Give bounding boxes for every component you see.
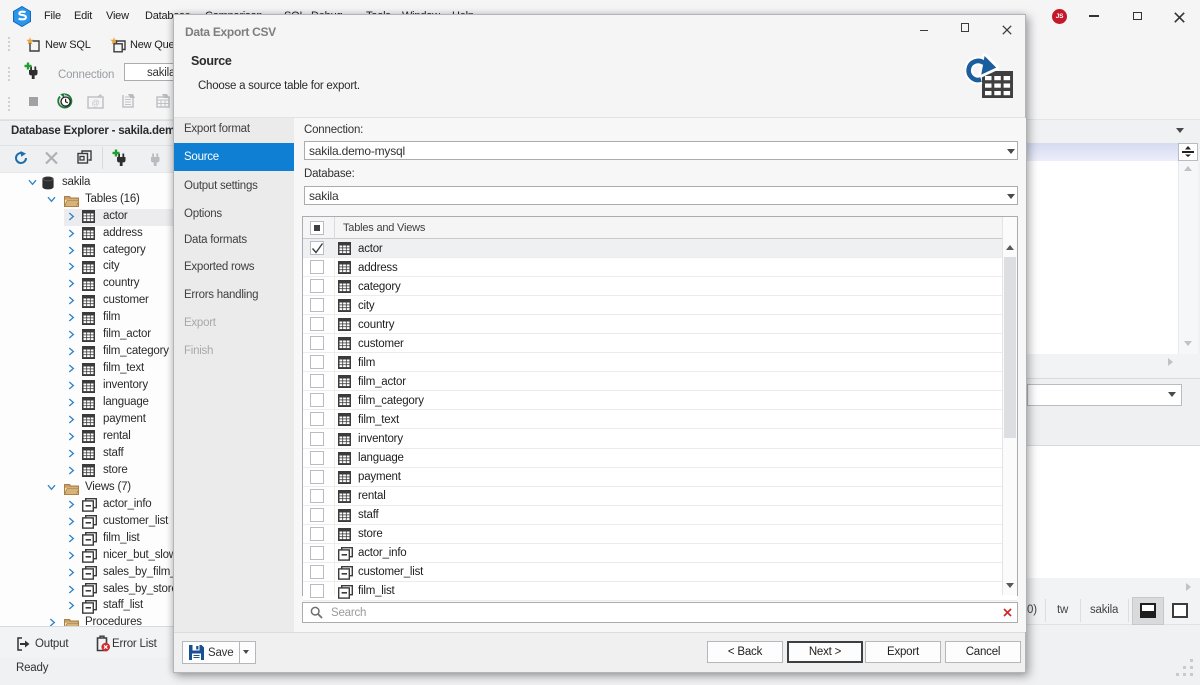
svg-text:@: @ [92,99,100,108]
